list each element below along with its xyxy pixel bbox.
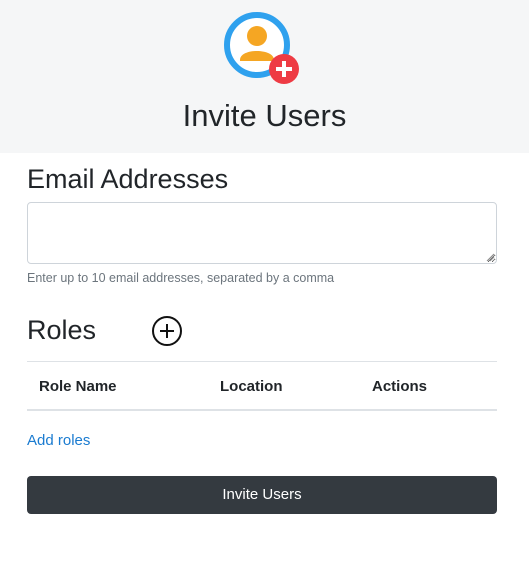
column-header-location: Location: [220, 378, 283, 395]
user-add-icon: [224, 12, 299, 84]
roles-table: Role Name Location Actions: [27, 361, 497, 411]
page-title: Invite Users: [182, 98, 347, 133]
plus-circle-icon[interactable]: [151, 315, 183, 347]
email-addresses-field[interactable]: [27, 202, 497, 264]
roles-heading: Roles: [27, 315, 97, 345]
add-roles-link[interactable]: Add roles: [27, 431, 90, 451]
email-help-text: Enter up to 10 email addresses, separate…: [27, 271, 335, 285]
resize-grip-icon[interactable]: [486, 253, 495, 262]
email-addresses-heading: Email Addresses: [27, 164, 229, 194]
column-header-role-name: Role Name: [39, 378, 117, 395]
page-header: Invite Users: [0, 0, 529, 153]
column-header-actions: Actions: [372, 378, 428, 395]
invite-users-button[interactable]: Invite Users: [27, 476, 497, 514]
